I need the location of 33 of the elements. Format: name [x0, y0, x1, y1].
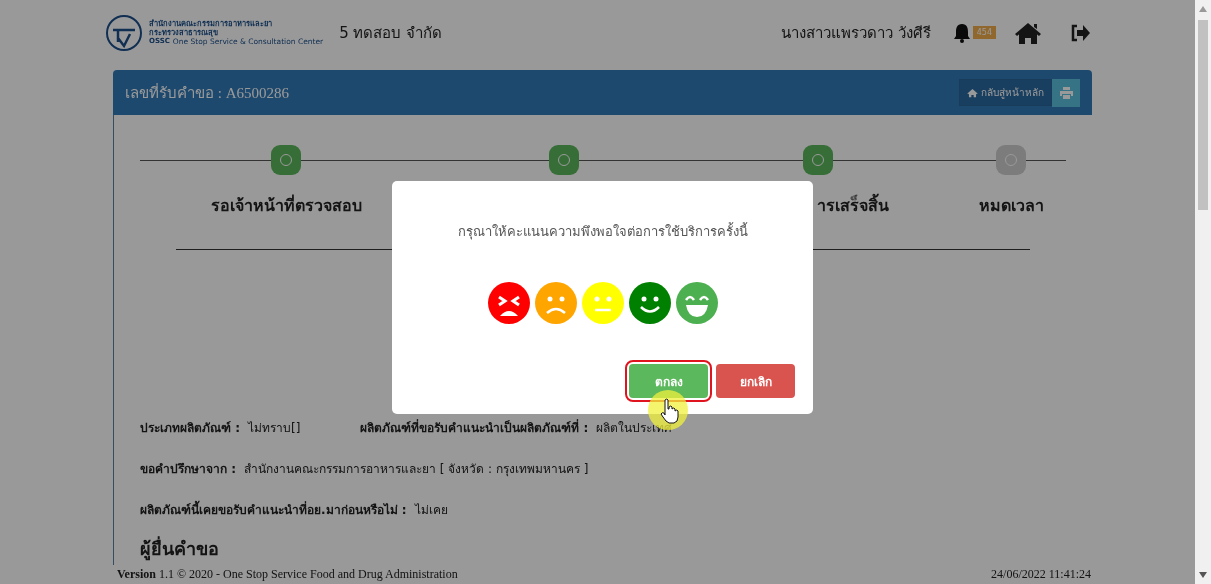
- field-value: สำนักงานคณะกรรมการอาหารและยา [ จังหวัด : กรุงเทพมหานคร ]: [244, 461, 589, 478]
- scroll-up-icon[interactable]: [1199, 6, 1207, 12]
- print-button[interactable]: [1052, 78, 1080, 107]
- request-number-title: เลขที่รับคำขอ : A6500286: [125, 82, 289, 103]
- step-label: รอเจ้าหน้าที่ตรวจสอบ: [210, 193, 362, 217]
- grin-face-icon[interactable]: [675, 282, 718, 324]
- user-name: นางสาวแพรวดาว วังศีรี: [780, 22, 931, 44]
- back-home-button[interactable]: กลับสู่หน้าหลัก: [959, 79, 1052, 106]
- dialog-message: กรุณาให้คะแนนความพึงพอใจต่อการใช้บริการครั้งนี้: [457, 221, 748, 242]
- field-label: ผลิตภัณฑ์นี้เคยขอรับคำแนะนำที่อย.มาก่อนหรือไม่ :: [140, 500, 407, 519]
- logout-icon[interactable]: [1070, 23, 1090, 42]
- field-value: ผลิตในประเทศ: [596, 420, 673, 437]
- bell-icon[interactable]: [952, 22, 971, 43]
- logo-icon: [105, 13, 143, 52]
- cancel-button[interactable]: ยกเลิก: [716, 364, 795, 398]
- home-icon: [967, 87, 978, 98]
- version-text: Version 1.1 © 2020 - One Stop Service Food and Drug Administration: [117, 567, 458, 582]
- home-icon[interactable]: [1014, 20, 1042, 45]
- notification-badge: 454: [972, 26, 996, 39]
- timestamp: 24/06/2022 11:41:24: [991, 567, 1091, 582]
- field-label: ประเภทผลิตภัณฑ์ :: [140, 420, 240, 437]
- step-label: หมดเวลา: [978, 195, 1044, 217]
- scrollbar-thumb[interactable]: [1198, 20, 1208, 210]
- company-name: 5 ทดสอบ จำกัด: [339, 22, 443, 44]
- printer-icon: [1059, 86, 1073, 99]
- field-label: ผลิตภัณฑ์ที่ขอรับคำแนะนำเป็นผลิตภัณฑ์ที่ :: [360, 418, 589, 437]
- field-value: ไม่ทราบ[]: [248, 420, 301, 437]
- scroll-down-icon[interactable]: [1199, 572, 1207, 578]
- angry-face-icon[interactable]: [487, 282, 530, 324]
- field-value: ไม่เคย: [414, 502, 448, 519]
- step-label: ารเสร็จสิ้น: [817, 193, 889, 218]
- field-label: ขอคำปรึกษาจาก :: [140, 461, 236, 478]
- smile-face-icon[interactable]: [628, 282, 671, 324]
